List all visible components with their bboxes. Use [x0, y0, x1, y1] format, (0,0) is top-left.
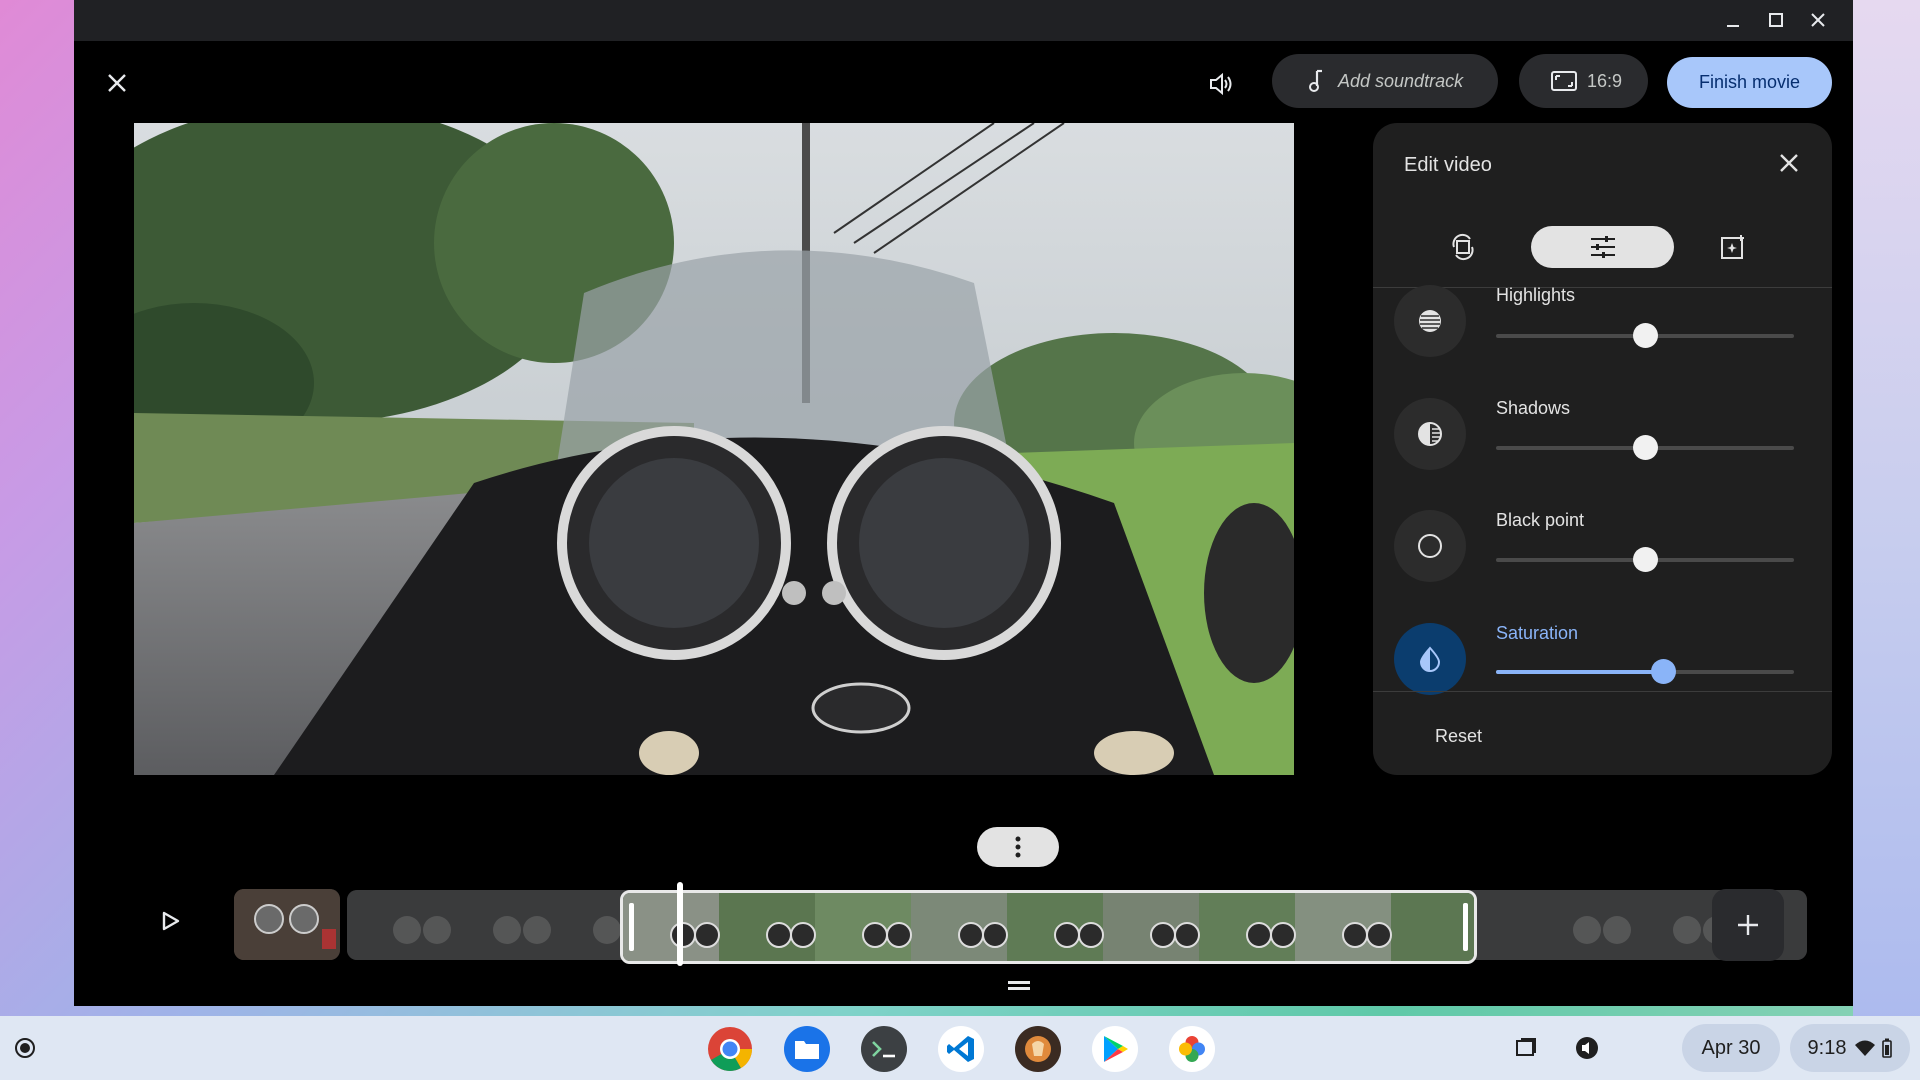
app-shortcut[interactable] [1015, 1026, 1061, 1072]
saturation-label: Saturation [1496, 623, 1579, 643]
play-store-app[interactable] [1092, 1026, 1138, 1072]
shadows-icon-button[interactable] [1394, 398, 1466, 470]
play-icon [162, 911, 180, 931]
clip-thumbnail-image [234, 889, 340, 960]
saturation-slider-thumb[interactable] [1650, 659, 1676, 684]
add-filter-icon [1721, 235, 1744, 259]
video-preview [134, 123, 1294, 775]
chrome-icon [708, 1027, 752, 1071]
aspect-ratio-button[interactable]: 16:9 [1519, 54, 1648, 108]
shadows-icon [1418, 422, 1442, 446]
add-clip-button[interactable] [1712, 889, 1784, 961]
selection-left-handle [629, 903, 634, 951]
photos-icon [1179, 1036, 1205, 1062]
tab-filters[interactable] [1693, 226, 1773, 268]
panel-divider-bottom [1373, 691, 1832, 692]
add-soundtrack-label: Add soundtrack [1338, 70, 1464, 91]
accessibility-button[interactable] [1561, 1024, 1613, 1072]
wifi-icon [1855, 1040, 1876, 1056]
rotate-crop-icon [1452, 233, 1474, 261]
more-vert-icon [1015, 836, 1021, 858]
tab-adjust[interactable] [1531, 226, 1674, 268]
play-store-icon [1104, 1036, 1128, 1062]
status-tray[interactable]: 9:18 [1790, 1024, 1910, 1072]
video-frame-image [134, 123, 1294, 775]
saturation-slider[interactable] [1496, 659, 1794, 684]
drag-handle-icon [1008, 981, 1030, 990]
close-editor-button[interactable] [100, 66, 134, 100]
selection-right-handle [1463, 903, 1468, 951]
minimize-icon [1727, 25, 1739, 27]
chrome-app[interactable] [707, 1026, 753, 1072]
saturation-icon-button[interactable] [1394, 623, 1466, 695]
tab-rotate-crop[interactable] [1423, 226, 1503, 268]
black-point-icon [1418, 534, 1442, 558]
shadows-label: Shadows [1496, 398, 1571, 418]
vscode-icon [947, 1036, 974, 1062]
screenshot-icon [1516, 1038, 1536, 1056]
panel-title: Edit video [1404, 154, 1492, 176]
screen-capture-button[interactable] [1500, 1024, 1552, 1072]
add-soundtrack-button[interactable]: Add soundtrack [1272, 54, 1498, 108]
shadows-slider[interactable] [1496, 435, 1794, 460]
saturation-icon [1419, 646, 1441, 672]
launcher-icon [15, 1038, 35, 1058]
plus-icon [1738, 915, 1758, 935]
title-bar [74, 0, 1853, 41]
volume-button[interactable] [1202, 64, 1242, 104]
close-icon [108, 74, 126, 92]
adjust-sliders-icon [1590, 236, 1615, 258]
aspect-ratio-label: 16:9 [1587, 70, 1623, 91]
saturation-slider-fill [1496, 670, 1663, 674]
music-note-icon [1309, 69, 1322, 92]
highlights-icon-button[interactable] [1394, 285, 1466, 357]
time-label: 9:18 [1807, 1036, 1847, 1059]
close-window-button[interactable] [1802, 6, 1834, 34]
shadows-slider-thumb[interactable] [1633, 435, 1658, 460]
maximize-icon [1769, 13, 1783, 27]
black-point-icon-button[interactable] [1394, 510, 1466, 582]
close-icon [1780, 154, 1798, 172]
black-point-label: Black point [1496, 510, 1585, 530]
aspect-ratio-icon [1551, 71, 1577, 91]
photos-app[interactable] [1169, 1026, 1215, 1072]
highlights-slider-thumb[interactable] [1633, 323, 1658, 348]
close-icon [1811, 13, 1825, 27]
edit-video-panel: Edit video Highlights Shadows Black poin… [1373, 123, 1832, 775]
terminal-icon [872, 1041, 895, 1058]
finish-movie-button[interactable]: Finish movie [1667, 57, 1832, 108]
date-label: Apr 30 [1701, 1036, 1761, 1059]
date-tray[interactable]: Apr 30 [1682, 1024, 1780, 1072]
taskbar-shelf: Apr 30 9:18 [0, 1016, 1920, 1080]
highlights-label: Highlights [1496, 285, 1576, 305]
highlights-slider[interactable] [1496, 323, 1794, 348]
battery-icon [1882, 1038, 1893, 1058]
app-icon [1025, 1036, 1051, 1062]
terminal-app[interactable] [861, 1026, 907, 1072]
launcher-button[interactable] [10, 1033, 40, 1063]
play-button[interactable] [154, 904, 188, 938]
reset-button[interactable]: Reset [1435, 726, 1482, 747]
files-icon [795, 1041, 819, 1059]
files-app[interactable] [784, 1026, 830, 1072]
highlights-icon [1419, 310, 1441, 332]
volume-icon [1210, 72, 1232, 96]
timeline-selection[interactable] [620, 890, 1477, 964]
more-options-button[interactable] [977, 827, 1059, 867]
black-point-slider[interactable] [1496, 547, 1794, 572]
selection-filmstrip [623, 893, 1474, 961]
minimize-button[interactable] [1717, 6, 1749, 34]
timeline-playhead[interactable] [677, 882, 683, 966]
vscode-app[interactable] [938, 1026, 984, 1072]
black-point-slider-thumb[interactable] [1633, 547, 1658, 572]
wallpaper [1853, 0, 1920, 1080]
video-editor-window: Add soundtrack 16:9 Finish movie Edit vi… [74, 0, 1853, 1006]
resize-drag-handle[interactable] [1008, 978, 1030, 990]
close-panel-button[interactable] [1769, 143, 1809, 183]
maximize-button[interactable] [1760, 6, 1792, 34]
timeline-clip-thumbnail[interactable] [234, 889, 340, 960]
audio-icon [1576, 1037, 1598, 1059]
